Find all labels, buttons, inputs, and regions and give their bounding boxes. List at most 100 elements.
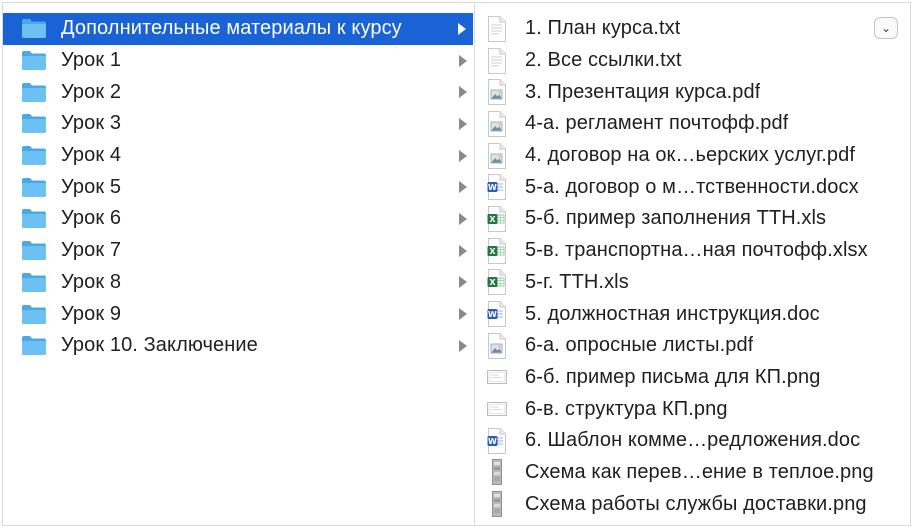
svg-text:X: X bbox=[489, 247, 496, 256]
chevron-right-icon bbox=[459, 86, 467, 99]
file-label: 5-б. пример заполнения ТТН.xls bbox=[525, 207, 827, 230]
folder-icon bbox=[21, 18, 47, 39]
chevron-right-icon bbox=[459, 339, 467, 352]
folder-icon bbox=[21, 177, 47, 198]
folder-icon bbox=[21, 113, 47, 134]
file-label: Схема работы службы доставки.png bbox=[525, 492, 867, 515]
file-row[interactable]: Схема как перев…ение в теплое.png bbox=[475, 457, 910, 489]
folder-label: Урок 4 bbox=[61, 144, 122, 167]
word-file-icon: W bbox=[487, 427, 507, 454]
folder-icon bbox=[21, 208, 47, 229]
file-label: Схема как перев…ение в теплое.png bbox=[525, 460, 874, 483]
folder-row-lesson-5[interactable]: Урок 5 bbox=[3, 171, 474, 203]
folder-label: Урок 7 bbox=[61, 239, 122, 262]
file-row[interactable]: 6-б. пример письма для КП.png bbox=[475, 362, 910, 394]
file-row[interactable]: X 5-б. пример заполнения ТТН.xls bbox=[475, 203, 910, 235]
file-label: 6. Шаблон комме…редложения.doc bbox=[525, 429, 861, 452]
folder-label: Урок 9 bbox=[61, 302, 122, 325]
folder-label: Урок 2 bbox=[61, 80, 122, 103]
folder-row-lesson-2[interactable]: Урок 2 bbox=[3, 76, 474, 108]
file-row[interactable]: X 5-в. транспортна…ная почтофф.xlsx bbox=[475, 235, 910, 267]
folder-label: Урок 1 bbox=[61, 49, 122, 72]
folder-label: Дополнительные материалы к курсу bbox=[61, 17, 402, 40]
file-row[interactable]: W 5. должностная инструкция.doc bbox=[475, 298, 910, 330]
folder-label: Урок 5 bbox=[61, 175, 122, 198]
pdf-file-icon bbox=[487, 79, 507, 106]
folder-row-lesson-3[interactable]: Урок 3 bbox=[3, 108, 474, 140]
folder-label: Урок 6 bbox=[61, 207, 122, 230]
pdf-file-icon bbox=[487, 332, 507, 359]
folder-row-lesson-7[interactable]: Урок 7 bbox=[3, 235, 474, 267]
excel-file-icon: X bbox=[487, 205, 507, 232]
word-file-icon: W bbox=[487, 301, 507, 328]
file-row[interactable]: X 5-г. ТТН.xls bbox=[475, 267, 910, 299]
svg-text:W: W bbox=[488, 183, 497, 192]
folder-icon bbox=[21, 82, 47, 103]
finder-column-view: Дополнительные материалы к курсу Урок 1 Ур… bbox=[2, 2, 911, 526]
chevron-right-icon bbox=[459, 149, 467, 162]
folder-row-lesson-10[interactable]: Урок 10. Заключение bbox=[3, 330, 474, 362]
folder-icon bbox=[21, 304, 47, 325]
file-label: 5-г. ТТН.xls bbox=[525, 270, 629, 293]
chevron-right-icon bbox=[459, 181, 467, 194]
svg-text:X: X bbox=[489, 278, 496, 287]
folder-row-extra-materials[interactable]: Дополнительные материалы к курсу bbox=[3, 13, 473, 45]
file-label: 4-а. регламент почтофф.pdf bbox=[525, 112, 789, 135]
excel-file-icon: X bbox=[487, 237, 507, 264]
file-row[interactable]: W 5-а. договор о м…тственности.docx bbox=[475, 171, 910, 203]
file-label: 1. План курса.txt bbox=[525, 17, 681, 40]
txt-file-icon bbox=[487, 15, 507, 42]
file-label: 2. Все ссылки.txt bbox=[525, 49, 682, 72]
file-row[interactable]: 4-а. регламент почтофф.pdf bbox=[475, 108, 910, 140]
file-label: 4. договор на ок…ьерских услуг.pdf bbox=[525, 144, 856, 167]
file-label: 5-в. транспортна…ная почтофф.xlsx bbox=[525, 239, 868, 262]
file-row[interactable]: 1. План курса.txt bbox=[475, 13, 910, 45]
file-label: 3. Презентация курса.pdf bbox=[525, 80, 761, 103]
folder-icon bbox=[21, 50, 47, 71]
folder-row-lesson-4[interactable]: Урок 4 bbox=[3, 140, 474, 172]
file-row[interactable]: 6-в. структура КП.png bbox=[475, 393, 910, 425]
excel-file-icon: X bbox=[487, 269, 507, 296]
word-file-icon: W bbox=[487, 174, 507, 201]
file-label: 6-а. опросные листы.pdf bbox=[525, 334, 754, 357]
svg-text:W: W bbox=[488, 437, 497, 446]
svg-text:W: W bbox=[488, 310, 497, 319]
file-column: ⌄ 1. План курса.txt 2. Все ссылки.txt 3. П… bbox=[475, 3, 910, 525]
file-row[interactable]: 4. договор на ок…ьерских услуг.pdf bbox=[475, 140, 910, 172]
file-label: 6-в. структура КП.png bbox=[525, 397, 728, 420]
txt-file-icon bbox=[487, 47, 507, 74]
file-row[interactable]: 6-а. опросные листы.pdf bbox=[475, 330, 910, 362]
png-tall-file-icon bbox=[487, 459, 507, 486]
folder-icon bbox=[21, 335, 47, 356]
png-file-icon bbox=[487, 396, 507, 422]
chevron-right-icon bbox=[459, 244, 467, 257]
folder-icon bbox=[21, 272, 47, 293]
file-label: 5-а. договор о м…тственности.docx bbox=[525, 175, 859, 198]
file-row[interactable]: W 6. Шаблон комме…редложения.doc bbox=[475, 425, 910, 457]
chevron-right-icon bbox=[459, 212, 467, 225]
folder-label: Урок 10. Заключение bbox=[61, 334, 258, 357]
chevron-right-icon bbox=[459, 276, 467, 289]
folder-row-lesson-9[interactable]: Урок 9 bbox=[3, 298, 474, 330]
folder-row-lesson-1[interactable]: Урок 1 bbox=[3, 45, 474, 77]
file-label: 6-б. пример письма для КП.png bbox=[525, 365, 821, 388]
folder-label: Урок 8 bbox=[61, 270, 122, 293]
chevron-right-icon bbox=[458, 22, 466, 35]
file-label: 5. должностная инструкция.doc bbox=[525, 302, 820, 325]
file-row[interactable]: Схема работы службы доставки.png bbox=[475, 488, 910, 520]
pdf-file-icon bbox=[487, 142, 507, 169]
chevron-right-icon bbox=[459, 117, 467, 130]
png-tall-file-icon bbox=[487, 491, 507, 518]
folder-icon bbox=[21, 145, 47, 166]
png-file-icon bbox=[487, 364, 507, 390]
svg-text:X: X bbox=[489, 215, 496, 224]
folder-row-lesson-6[interactable]: Урок 6 bbox=[3, 203, 474, 235]
folder-icon bbox=[21, 240, 47, 261]
folder-label: Урок 3 bbox=[61, 112, 122, 135]
chevron-right-icon bbox=[459, 54, 467, 67]
chevron-right-icon bbox=[459, 308, 467, 321]
file-row[interactable]: 2. Все ссылки.txt bbox=[475, 45, 910, 77]
file-row[interactable]: 3. Презентация курса.pdf bbox=[475, 76, 910, 108]
pdf-file-icon bbox=[487, 110, 507, 137]
folder-row-lesson-8[interactable]: Урок 8 bbox=[3, 267, 474, 299]
